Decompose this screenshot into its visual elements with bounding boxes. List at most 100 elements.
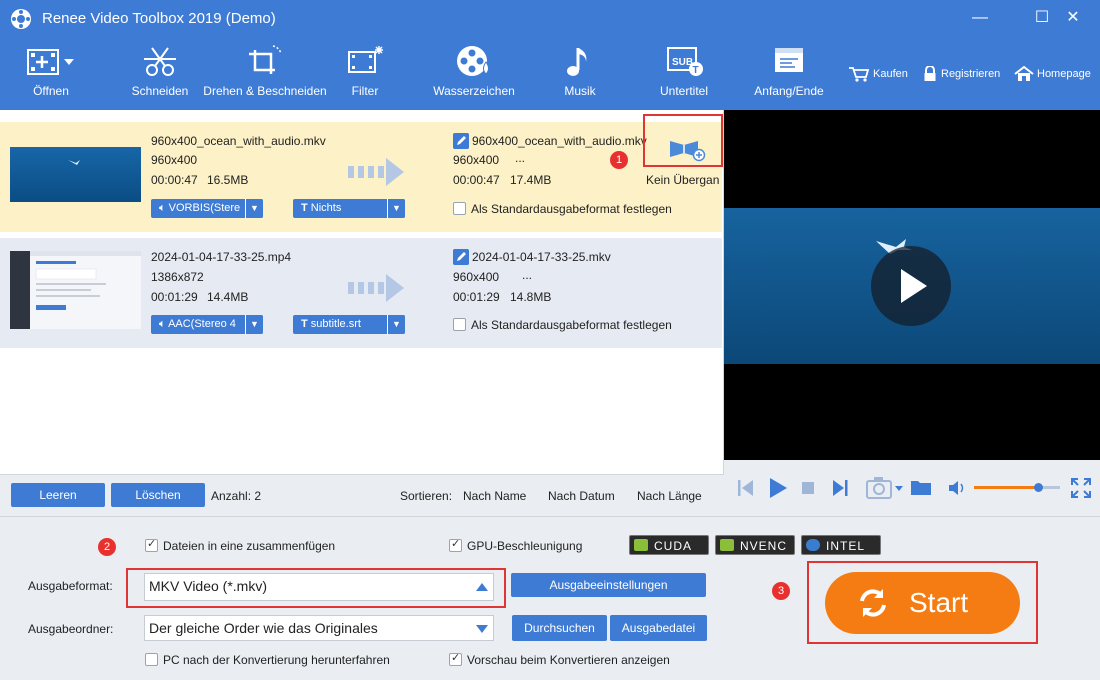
audio-track-dropdown[interactable]: 🔈︎ VORBIS(Stere ▼ xyxy=(151,199,263,218)
watermark-button[interactable]: Wasserzeichen xyxy=(428,44,520,98)
open-button[interactable]: Öffnen xyxy=(20,44,82,98)
chevron-up-icon xyxy=(476,583,488,591)
play-small-icon[interactable] xyxy=(768,477,788,499)
default-format-checkbox[interactable] xyxy=(453,202,466,215)
play-icon[interactable] xyxy=(870,245,952,327)
watermark-icon xyxy=(457,46,489,76)
edit-icon[interactable] xyxy=(453,249,469,265)
source-file-name: 960x400_ocean_with_audio.mkv xyxy=(151,134,326,148)
shutdown-label: PC nach der Konvertierung herunterfahren xyxy=(163,653,390,667)
convert-arrow-icon xyxy=(348,274,404,302)
browse-button[interactable]: Durchsuchen xyxy=(512,615,607,641)
close-button[interactable]: ✕ xyxy=(1058,6,1088,30)
output-file-button[interactable]: Ausgabedatei xyxy=(610,615,707,641)
stop-icon[interactable] xyxy=(802,482,814,494)
delete-button[interactable]: Löschen xyxy=(111,483,205,507)
chevron-down-icon: ▼ xyxy=(387,315,405,334)
source-file-name: 2024-01-04-17-33-25.mp4 xyxy=(151,250,292,264)
nvidia-logo-icon xyxy=(634,539,648,551)
subtitle-button[interactable]: SUB T Untertitel xyxy=(652,44,716,98)
nvenc-label: NVENC xyxy=(740,539,788,553)
start-end-button[interactable]: Anfang/Ende xyxy=(750,44,828,98)
gpu-acceleration-checkbox[interactable] xyxy=(449,537,462,552)
audio-track-dropdown[interactable]: 🔈︎ AAC(Stereo 4 ▼ xyxy=(151,315,263,334)
top-bar: Renee Video Toolbox 2019 (Demo) — ☐ ✕ Öf… xyxy=(0,0,1100,110)
buy-link[interactable]: Kaufen xyxy=(848,66,908,82)
output-format-select[interactable]: MKV Video (*.mkv) xyxy=(144,573,494,601)
music-button[interactable]: Musik xyxy=(558,44,602,98)
home-icon xyxy=(1014,66,1034,81)
subtitle-track-dropdown[interactable]: T subtitle.srt ▼ xyxy=(293,315,405,334)
text-icon: T xyxy=(301,202,311,214)
more-settings-button[interactable]: ... xyxy=(515,151,525,165)
output-file-name: 2024-01-04-17-33-25.mkv xyxy=(472,250,611,264)
source-duration: 00:01:29 xyxy=(151,290,198,304)
output-folder-select[interactable]: Der gleiche Order wie das Originales xyxy=(144,615,494,641)
video-thumbnail[interactable] xyxy=(10,147,141,202)
gpu-acceleration-label: GPU-Beschleunigung xyxy=(467,539,583,553)
chevron-down-icon: ▼ xyxy=(245,199,263,218)
volume-level xyxy=(974,486,1039,489)
sort-by-date[interactable]: Nach Datum xyxy=(548,489,615,503)
output-settings-button[interactable]: Ausgabeeinstellungen xyxy=(511,573,706,597)
volume-slider[interactable] xyxy=(974,483,1060,492)
edit-icon[interactable] xyxy=(453,133,469,149)
source-size: 14.4MB xyxy=(207,290,249,304)
app-logo-icon xyxy=(11,9,31,29)
intel-badge: INTEL xyxy=(801,535,881,555)
next-icon[interactable] xyxy=(832,479,848,497)
previous-icon[interactable] xyxy=(738,479,754,497)
rotate-crop-button[interactable]: Drehen & Beschneiden xyxy=(198,44,332,98)
intel-label: INTEL xyxy=(826,539,866,553)
subtitle-label: Untertitel xyxy=(659,84,709,98)
file-row[interactable]: 960x400_ocean_with_audio.mkv 960x400 00:… xyxy=(0,122,722,232)
video-preview[interactable] xyxy=(724,110,1100,460)
merge-files-checkbox[interactable] xyxy=(145,537,158,552)
crop-rotate-icon xyxy=(249,45,282,74)
minimize-button[interactable]: — xyxy=(965,6,995,30)
folder-icon[interactable] xyxy=(910,478,932,496)
camera-icon[interactable] xyxy=(866,476,904,500)
default-format-checkbox[interactable] xyxy=(453,318,466,331)
more-settings-button[interactable]: ... xyxy=(522,268,532,282)
start-button[interactable]: Start xyxy=(825,572,1020,634)
svg-text:T: T xyxy=(693,65,699,76)
output-file-name: 960x400_ocean_with_audio.mkv xyxy=(472,134,647,148)
volume-icon[interactable] xyxy=(948,480,966,496)
cut-button[interactable]: Schneiden xyxy=(128,44,192,98)
volume-handle[interactable] xyxy=(1034,483,1043,492)
start-label: Start xyxy=(909,587,969,618)
filter-button[interactable]: Filter xyxy=(340,44,390,98)
text-icon: T xyxy=(301,318,311,330)
register-link[interactable]: Registrieren xyxy=(922,66,1000,82)
homepage-link[interactable]: Homepage xyxy=(1014,66,1091,82)
subtitle-track-dropdown[interactable]: T Nichts ▼ xyxy=(293,199,405,218)
shutdown-checkbox[interactable] xyxy=(145,653,158,666)
sort-by-length[interactable]: Nach Länge xyxy=(637,489,702,503)
video-thumbnail[interactable] xyxy=(10,251,141,329)
annotation-marker: 3 xyxy=(772,582,790,600)
sort-by-name[interactable]: Nach Name xyxy=(463,489,526,503)
cart-icon xyxy=(849,67,870,82)
source-resolution: 1386x872 xyxy=(151,270,204,284)
source-size: 16.5MB xyxy=(207,173,249,187)
output-size: 14.8MB xyxy=(510,290,552,304)
subtitle-icon: SUB T xyxy=(667,47,703,76)
scissors-icon xyxy=(144,47,176,76)
lock-icon xyxy=(924,66,936,81)
refresh-icon xyxy=(860,589,886,617)
cuda-badge: CUDA xyxy=(629,535,709,555)
default-format-label: Als Standardausgabeformat festlegen xyxy=(471,318,672,332)
output-format-value: MKV Video (*.mkv) xyxy=(149,578,267,594)
convert-arrow-icon xyxy=(348,158,404,186)
file-row[interactable]: 2024-01-04-17-33-25.mp4 1386x872 00:01:2… xyxy=(0,238,722,348)
fullscreen-icon[interactable] xyxy=(1071,478,1091,498)
chevron-down-icon: ▼ xyxy=(245,315,263,334)
watermark-label: Wasserzeichen xyxy=(433,84,515,98)
show-preview-checkbox[interactable] xyxy=(449,651,462,666)
clear-button[interactable]: Leeren xyxy=(11,483,105,507)
output-settings-panel: 2 Dateien in eine zusammenfügen GPU-Besc… xyxy=(0,516,1100,680)
output-folder-label: Ausgabeordner: xyxy=(28,622,114,636)
maximize-button[interactable]: ☐ xyxy=(1027,6,1057,30)
output-resolution: 960x400 xyxy=(453,153,500,167)
